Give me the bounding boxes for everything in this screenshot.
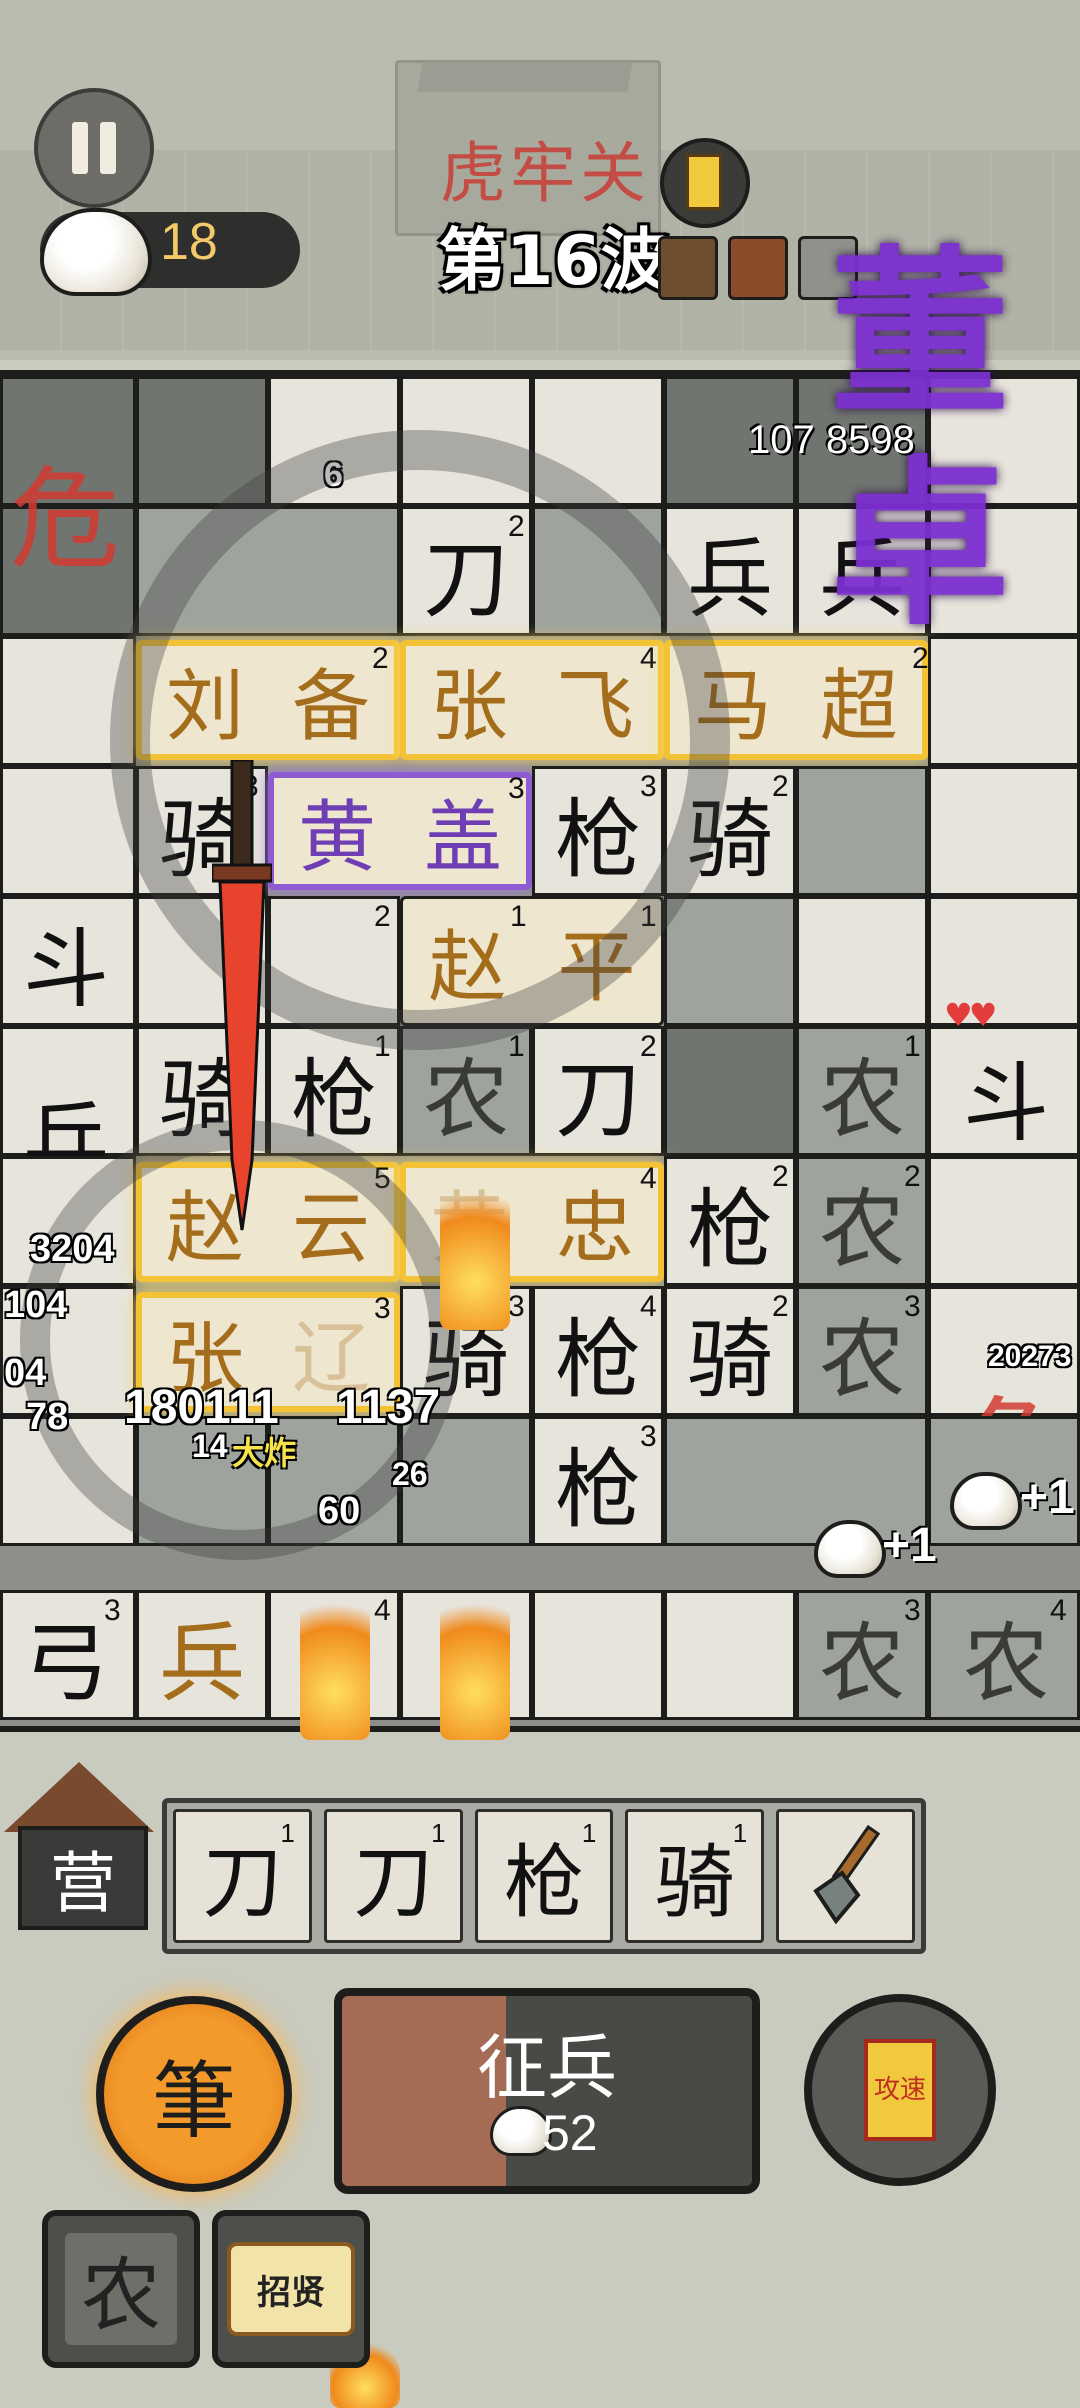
unit-level: 4: [1050, 1594, 1067, 1627]
pause-icon-bar: [72, 122, 88, 174]
steamed-bun-icon: [950, 1472, 1022, 1530]
unit-level: 2: [772, 1160, 789, 1193]
unit-bench: 刀 1 刀 1 枪 1 骑 1: [162, 1798, 926, 1954]
card-icon: [686, 154, 722, 210]
brush-skill-button[interactable]: 筆: [96, 1996, 292, 2192]
unit-level: 4: [640, 1162, 657, 1195]
bench-slot[interactable]: 刀 1: [173, 1809, 312, 1943]
board-cell[interactable]: [664, 1590, 796, 1720]
coin-gain-label: +1: [882, 1519, 937, 1572]
steamed-bun-icon: [814, 1520, 886, 1578]
board-cell[interactable]: [532, 1590, 664, 1720]
unit-level: 3: [104, 1594, 121, 1627]
bench-unit: 骑: [654, 1836, 735, 1929]
attack-speed-button[interactable]: 攻速: [804, 1994, 996, 2186]
damage-number: 78: [26, 1396, 69, 1438]
board-cell[interactable]: [796, 896, 928, 1026]
bench-unit: 刀: [353, 1836, 434, 1929]
damage-number: 大炸: [232, 1435, 297, 1471]
bench-unit-level: 1: [280, 1818, 295, 1848]
skill-card-icon[interactable]: [660, 138, 750, 228]
camp-label: 营: [18, 1826, 148, 1930]
attack-speed-label: 攻速: [864, 2039, 936, 2141]
unit-level: 2: [772, 1290, 789, 1323]
unit-level: 4: [640, 1290, 657, 1323]
bench-unit-level: 1: [431, 1818, 446, 1848]
fire-effect: [440, 1170, 510, 1330]
coin-gain-label: +1: [1020, 1471, 1075, 1524]
unit-level: 2: [904, 1160, 921, 1193]
farmer-label: 农: [65, 2233, 177, 2345]
unit-level: 3: [904, 1594, 921, 1627]
unit-level: 3: [508, 1290, 525, 1323]
damage-number: 26: [392, 1456, 428, 1492]
enemy-preview-rock-icon: [658, 236, 718, 300]
bench-slot[interactable]: 枪 1: [474, 1809, 614, 1943]
fire-effect: [440, 1580, 510, 1740]
board-cell[interactable]: [928, 1156, 1080, 1286]
bench-slot[interactable]: 刀 1: [323, 1809, 463, 1943]
enemy-bing[interactable]: 兵: [136, 1590, 268, 1720]
unit-level: 2: [640, 1030, 657, 1063]
enemy-dou[interactable]: 斗: [0, 896, 132, 1026]
steamed-bun-icon: [40, 208, 152, 296]
bench-unit: 枪: [503, 1836, 584, 1929]
level-name: 虎牢关: [440, 135, 650, 212]
unit-level: 3: [640, 1420, 657, 1453]
damage-number: 20273: [988, 1340, 1072, 1373]
camp-building[interactable]: 营: [4, 1762, 154, 1932]
damage-number: 1137: [336, 1381, 441, 1434]
damage-number: 60: [318, 1490, 361, 1532]
board-cell[interactable]: [664, 896, 796, 1026]
danger-warning-left: 危: [10, 456, 120, 584]
bench-unit: 刀: [202, 1836, 283, 1929]
hire-talent-label: 招贤: [227, 2242, 355, 2336]
unit-level: 3: [904, 1290, 921, 1323]
boss-hp-readout: 107 8598: [748, 418, 915, 462]
unit-level: 1: [904, 1030, 921, 1063]
damage-number: 04: [4, 1352, 47, 1394]
damage-number: 3204: [30, 1228, 115, 1270]
gate-roof-illustration: [417, 62, 633, 92]
camp-roof: [4, 1762, 154, 1832]
bench-slot[interactable]: 骑 1: [625, 1809, 765, 1943]
bench-unit-level: 1: [732, 1818, 748, 1848]
pause-icon-bar: [100, 122, 116, 174]
pause-button[interactable]: [34, 88, 154, 208]
sword-skill-effect: [212, 760, 272, 1231]
bench-unit-level: 1: [581, 1818, 597, 1848]
damage-number: 180111: [124, 1381, 279, 1434]
unit-level: 2: [772, 770, 789, 803]
damage-number: 14: [192, 1428, 228, 1464]
wave-label: 第16波: [438, 222, 669, 301]
general-char: 忠: [555, 1184, 634, 1274]
board-cell[interactable]: [664, 1026, 796, 1156]
brush-label: 筆: [151, 2051, 236, 2150]
unit-level: 4: [374, 1594, 391, 1627]
boss-name-banner: 董卓: [830, 229, 1011, 650]
coin-value: 18: [160, 213, 218, 271]
ink-swirl-effect: [110, 430, 730, 1050]
shovel-icon: [812, 1824, 880, 1925]
enemy-preview-snake-icon: [728, 236, 788, 300]
farmer-button[interactable]: 农: [42, 2210, 200, 2368]
shovel-slot[interactable]: [776, 1809, 915, 1943]
fire-effect: [300, 1580, 370, 1740]
recruit-button[interactable]: 征兵 52: [334, 1988, 760, 2194]
damage-number: 104: [4, 1284, 68, 1326]
hire-talent-button[interactable]: 招贤: [212, 2210, 370, 2368]
enemy-dou[interactable]: 斗: [940, 1030, 1072, 1160]
recruit-cost: 52: [542, 2105, 598, 2161]
recruit-label: 征兵: [477, 2027, 617, 2109]
